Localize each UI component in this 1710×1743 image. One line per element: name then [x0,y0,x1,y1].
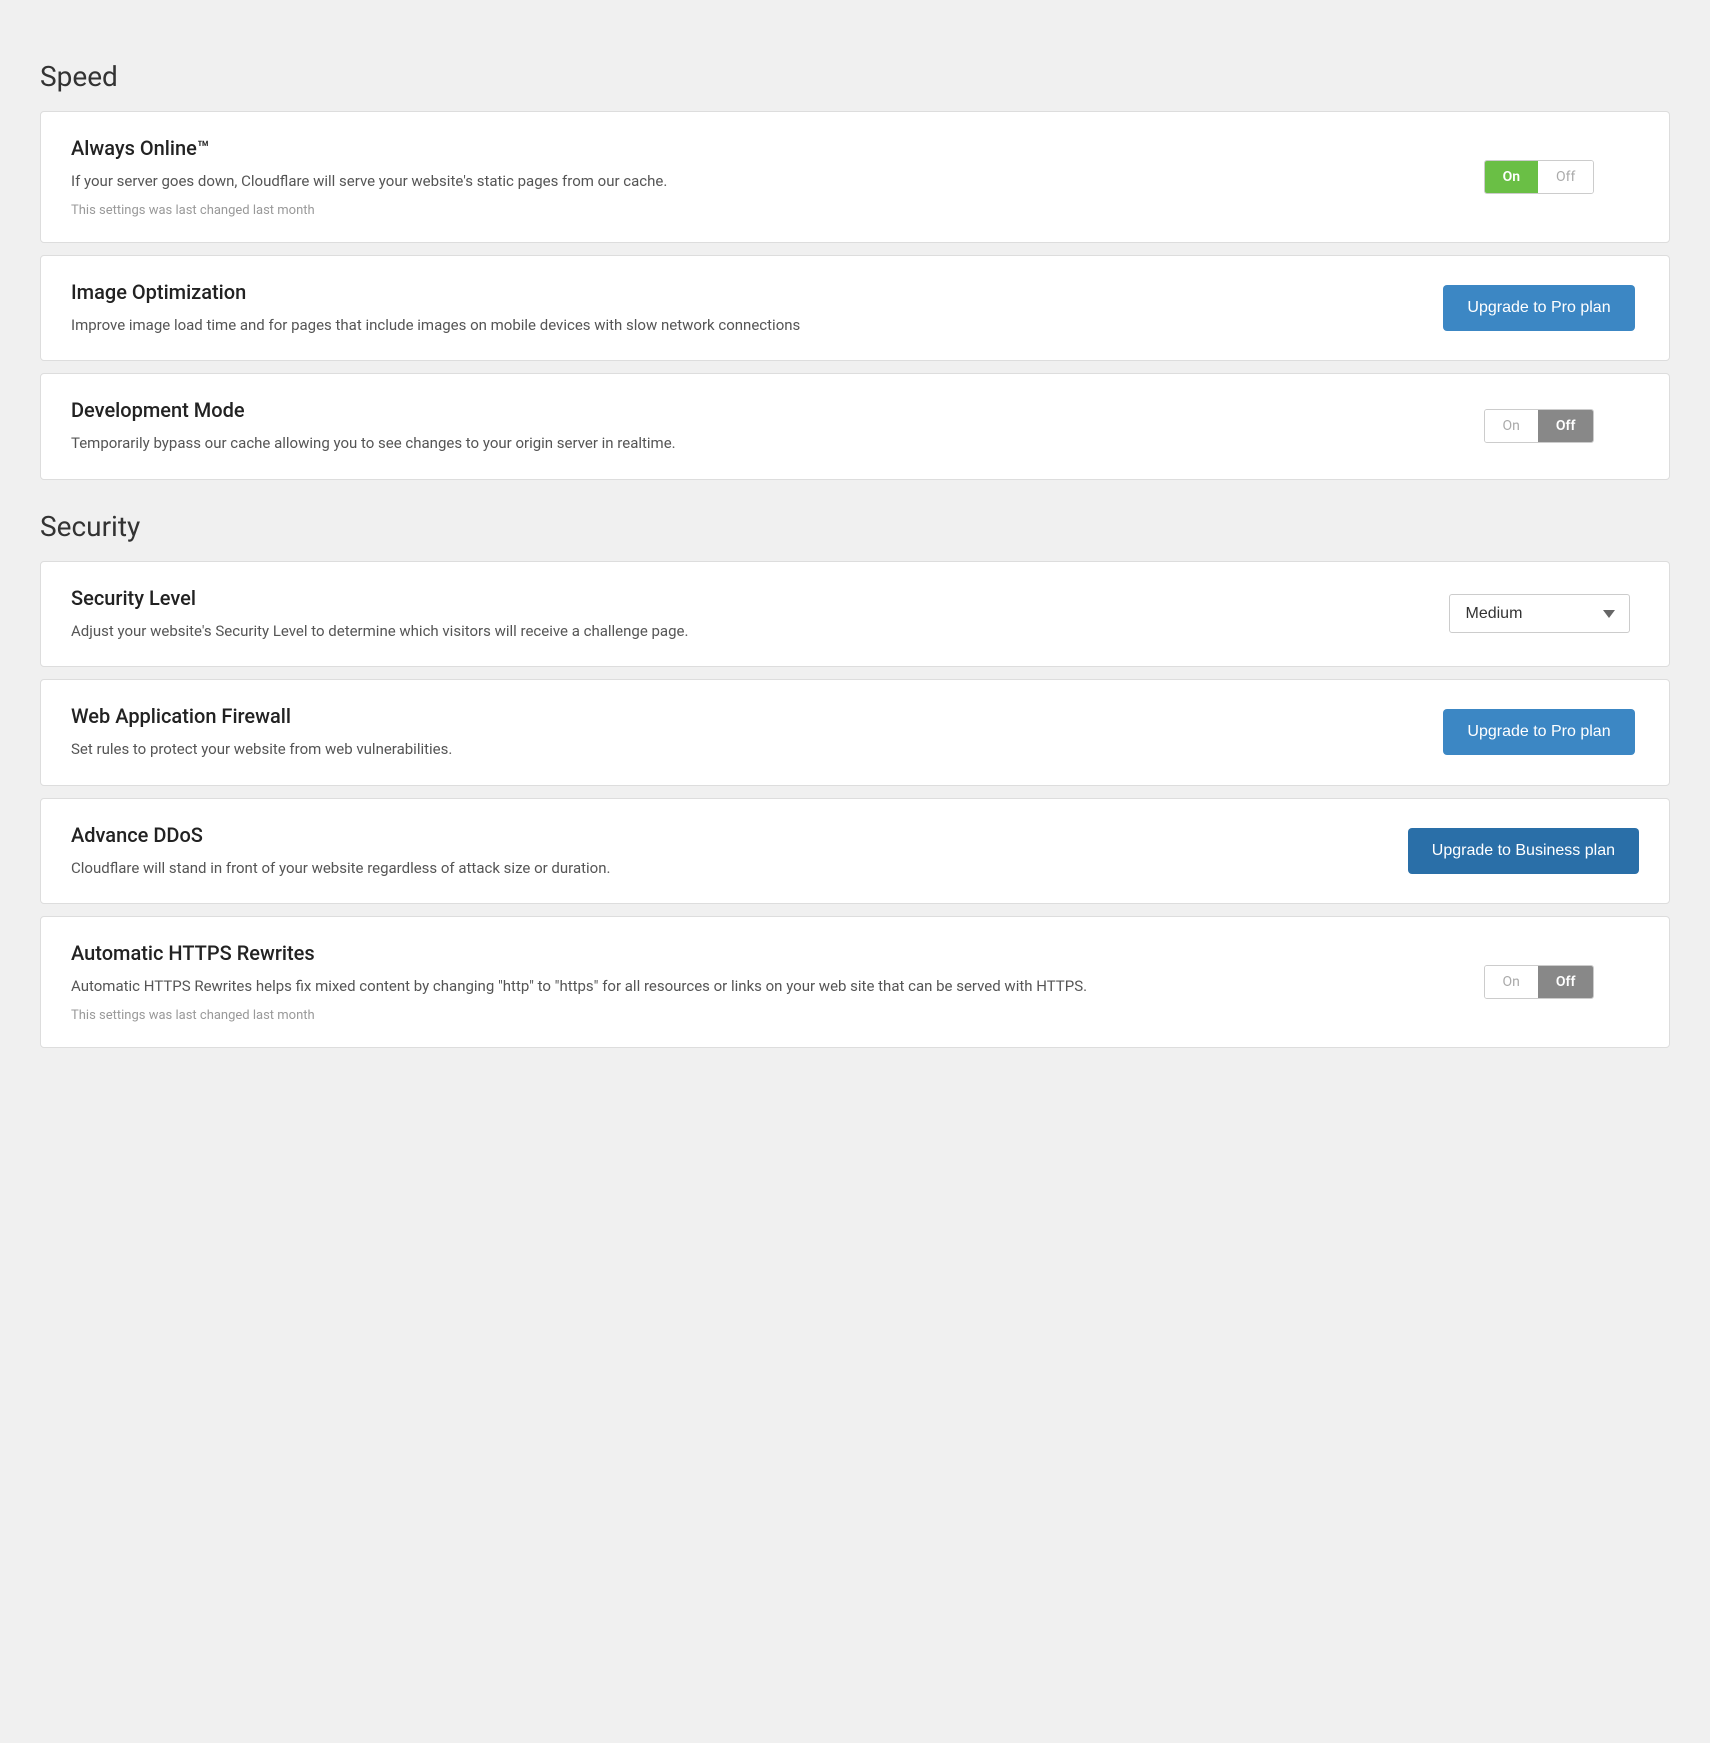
image-optimization-desc: Improve image load time and for pages th… [71,314,1409,337]
development-mode-toggle[interactable]: On Off [1484,409,1595,443]
security-level-desc: Adjust your website's Security Level to … [71,620,1409,643]
image-optimization-control: Upgrade to Pro plan [1439,285,1639,331]
security-level-card: Security Level Adjust your website's Sec… [40,561,1670,668]
waf-desc: Set rules to protect your website from w… [71,738,1409,761]
ddos-content: Advance DDoS Cloudflare will stand in fr… [71,823,1408,880]
dev-toggle-on-label[interactable]: On [1485,410,1538,442]
always-online-title: Always Online™ [71,136,1409,160]
waf-upgrade-button[interactable]: Upgrade to Pro plan [1443,709,1634,755]
development-mode-desc: Temporarily bypass our cache allowing yo… [71,432,1409,455]
speed-section-title: Speed [40,60,1670,93]
always-online-meta: This settings was last changed last mont… [71,203,1409,218]
development-mode-content: Development Mode Temporarily bypass our … [71,398,1439,455]
security-section-title: Security [40,510,1670,543]
image-optimization-content: Image Optimization Improve image load ti… [71,280,1439,337]
development-mode-title: Development Mode [71,398,1409,422]
image-optimization-card: Image Optimization Improve image load ti… [40,255,1670,362]
development-mode-card: Development Mode Temporarily bypass our … [40,373,1670,480]
https-toggle-off-label[interactable]: Off [1538,966,1594,998]
always-online-control: On Off [1439,160,1639,194]
https-rewrites-content: Automatic HTTPS Rewrites Automatic HTTPS… [71,941,1439,1023]
https-toggle-on-label[interactable]: On [1485,966,1538,998]
always-online-content: Always Online™ If your server goes down,… [71,136,1439,218]
https-rewrites-title: Automatic HTTPS Rewrites [71,941,1409,965]
always-online-toggle[interactable]: On Off [1484,160,1595,194]
waf-title: Web Application Firewall [71,704,1409,728]
development-mode-control: On Off [1439,409,1639,443]
https-rewrites-desc: Automatic HTTPS Rewrites helps fix mixed… [71,975,1409,998]
ddos-title: Advance DDoS [71,823,1378,847]
waf-card: Web Application Firewall Set rules to pr… [40,679,1670,786]
security-level-title: Security Level [71,586,1409,610]
dev-toggle-off-label[interactable]: Off [1538,410,1594,442]
security-level-select[interactable]: Essentially Off Low Medium High I'm Unde… [1449,594,1630,633]
waf-content: Web Application Firewall Set rules to pr… [71,704,1439,761]
toggle-off-label[interactable]: Off [1538,161,1593,193]
ddos-control: Upgrade to Business plan [1408,828,1639,874]
https-rewrites-meta: This settings was last changed last mont… [71,1008,1409,1023]
toggle-on-label[interactable]: On [1485,161,1538,193]
ddos-card: Advance DDoS Cloudflare will stand in fr… [40,798,1670,905]
https-rewrites-card: Automatic HTTPS Rewrites Automatic HTTPS… [40,916,1670,1048]
image-optimization-title: Image Optimization [71,280,1409,304]
https-rewrites-toggle[interactable]: On Off [1484,965,1595,999]
image-optimization-upgrade-button[interactable]: Upgrade to Pro plan [1443,285,1634,331]
always-online-card: Always Online™ If your server goes down,… [40,111,1670,243]
ddos-desc: Cloudflare will stand in front of your w… [71,857,1378,880]
security-level-control: Essentially Off Low Medium High I'm Unde… [1439,594,1639,633]
https-rewrites-control: On Off [1439,965,1639,999]
always-online-desc: If your server goes down, Cloudflare wil… [71,170,1409,193]
ddos-upgrade-button[interactable]: Upgrade to Business plan [1408,828,1639,874]
security-level-content: Security Level Adjust your website's Sec… [71,586,1439,643]
waf-control: Upgrade to Pro plan [1439,709,1639,755]
